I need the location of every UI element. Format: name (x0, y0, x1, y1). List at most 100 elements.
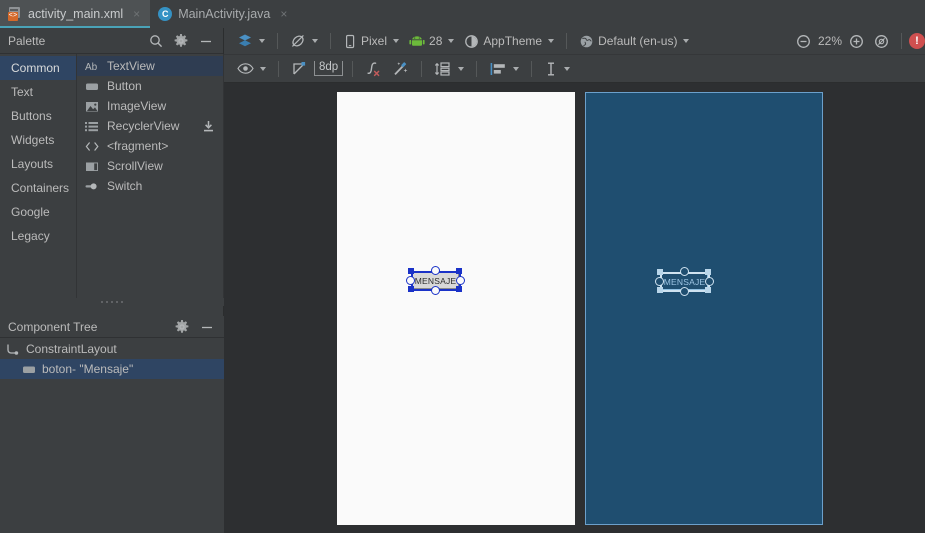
scrollview-icon (85, 160, 100, 173)
panel-splitter[interactable] (0, 298, 224, 306)
eye-icon (237, 62, 254, 75)
magic-wand-icon (392, 61, 409, 77)
clear-constraints-button[interactable] (286, 58, 312, 80)
palette-item-label: ScrollView (107, 159, 163, 173)
zoom-out-icon (796, 34, 811, 49)
toolbar-separator (901, 33, 902, 49)
palette-category-containers[interactable]: Containers (0, 176, 76, 200)
switch-icon (85, 180, 100, 193)
device-label: Pixel (361, 34, 388, 48)
category-label: Legacy (11, 229, 50, 243)
zoom-level-label: 22% (817, 34, 842, 48)
palette-category-legacy[interactable]: Legacy (0, 224, 76, 248)
minimize-icon[interactable] (200, 320, 214, 334)
design-mode-button[interactable] (232, 30, 270, 52)
palette-item-fragment[interactable]: <fragment> (77, 136, 223, 156)
chevron-down-icon (448, 39, 455, 43)
locale-selector[interactable]: Default (en-us) (574, 30, 694, 52)
toolbar-separator (476, 60, 478, 77)
tree-node-constraintlayout[interactable]: ConstraintLayout (0, 339, 224, 359)
guideline-icon (544, 61, 558, 77)
palette-category-widgets[interactable]: Widgets (0, 128, 76, 152)
remove-constraints-button[interactable] (360, 58, 387, 80)
component-tree-header: Component Tree (0, 316, 224, 338)
java-class-icon: C (158, 7, 173, 21)
palette-item-textview[interactable]: Ab TextView (77, 56, 223, 76)
palette-item-imageview[interactable]: ImageView (77, 96, 223, 116)
toolbar-separator (352, 60, 354, 77)
api-level-selector[interactable]: 28 (404, 30, 459, 52)
orientation-button[interactable] (285, 30, 323, 52)
chevron-down-icon (564, 66, 571, 71)
align-button[interactable] (484, 58, 524, 80)
palette-category-layouts[interactable]: Layouts (0, 152, 76, 176)
gear-icon[interactable] (175, 319, 189, 334)
toolbar-separator (278, 60, 279, 77)
rotate-icon (290, 33, 306, 49)
close-icon[interactable]: × (132, 8, 141, 20)
tree-node-label: boton- "Mensaje" (42, 362, 134, 376)
close-icon[interactable]: × (279, 8, 288, 20)
android-studio-layout-editor: <> activity_main.xml × C MainActivity.ja… (0, 0, 925, 533)
palette-category-text[interactable]: Text (0, 80, 76, 104)
tab-activity-main-xml[interactable]: <> activity_main.xml × (0, 0, 151, 28)
minimize-icon[interactable] (199, 34, 213, 48)
theme-selector[interactable]: AppTheme (459, 30, 559, 52)
status-badge[interactable]: ! (909, 33, 925, 49)
tree-node-boton-mensaje[interactable]: boton- "Mensaje" (0, 359, 224, 379)
device-selector[interactable]: Pixel (338, 30, 404, 52)
zoom-to-fit-button[interactable] (869, 30, 894, 52)
search-icon[interactable] (149, 34, 163, 48)
remove-constraint-icon (365, 61, 382, 77)
button-icon (85, 80, 100, 93)
default-margin-value[interactable]: 8dp (314, 61, 344, 76)
palette-body: Common Text Buttons Widgets Layouts Cont… (0, 54, 224, 298)
chevron-down-icon (312, 39, 318, 43)
guidelines-button[interactable] (539, 58, 575, 80)
palette-item-switch[interactable]: Switch (77, 176, 223, 196)
palette-title: Palette (8, 33, 46, 48)
constraintlayout-icon (6, 343, 20, 356)
widget-boton-mensaje-design[interactable]: MENSAJE (412, 272, 459, 289)
infer-constraints-button[interactable] (387, 58, 414, 80)
pack-icon (434, 61, 452, 77)
widget-boton-mensaje-blueprint[interactable]: MENSAJE (661, 273, 708, 290)
device-preview-design[interactable]: MENSAJE (337, 92, 575, 525)
category-label: Containers (11, 181, 70, 195)
palette-category-buttons[interactable]: Buttons (0, 104, 76, 128)
recyclerview-icon (85, 120, 100, 133)
toolbar-separator (421, 60, 423, 77)
palette-item-label: <fragment> (107, 139, 169, 153)
palette-item-button[interactable]: Button (77, 76, 223, 96)
category-label: Common (11, 61, 60, 75)
palette-item-recyclerview[interactable]: RecyclerView (77, 116, 223, 136)
device-preview-blueprint[interactable]: MENSAJE (585, 92, 823, 525)
category-label: Layouts (11, 157, 54, 171)
button-icon (22, 363, 36, 376)
component-tree-body: ConstraintLayout boton- "Mensaje" (0, 338, 224, 533)
chevron-down-icon (458, 66, 465, 71)
chevron-down-icon (683, 39, 690, 43)
android-icon (409, 35, 425, 47)
theme-label: AppTheme (483, 34, 543, 48)
view-options-button[interactable] (232, 58, 271, 80)
component-tree-title: Component Tree (8, 319, 98, 334)
widget-text: MENSAJE (663, 276, 706, 287)
zoom-out-button[interactable] (791, 30, 816, 52)
svg-text:Ab: Ab (85, 62, 98, 73)
fragment-icon (85, 140, 100, 153)
gear-icon[interactable] (174, 33, 188, 48)
palette-category-google[interactable]: Google (0, 200, 76, 224)
tab-main-activity-java[interactable]: C MainActivity.java × (150, 0, 298, 28)
category-label: Buttons (11, 109, 52, 123)
design-canvas[interactable]: MENSAJE MENSAJE (224, 83, 925, 533)
palette-item-label: ImageView (107, 99, 167, 113)
palette-item-label: Button (107, 79, 142, 93)
zoom-in-button[interactable] (844, 30, 869, 52)
download-icon[interactable] (202, 120, 217, 133)
palette-widget-list: Ab TextView Button ImageView RecyclerVie… (77, 54, 224, 298)
pack-button[interactable] (429, 58, 469, 80)
palette-item-scrollview[interactable]: ScrollView (77, 156, 223, 176)
palette-item-label: TextView (107, 59, 155, 73)
palette-category-common[interactable]: Common (0, 56, 76, 80)
